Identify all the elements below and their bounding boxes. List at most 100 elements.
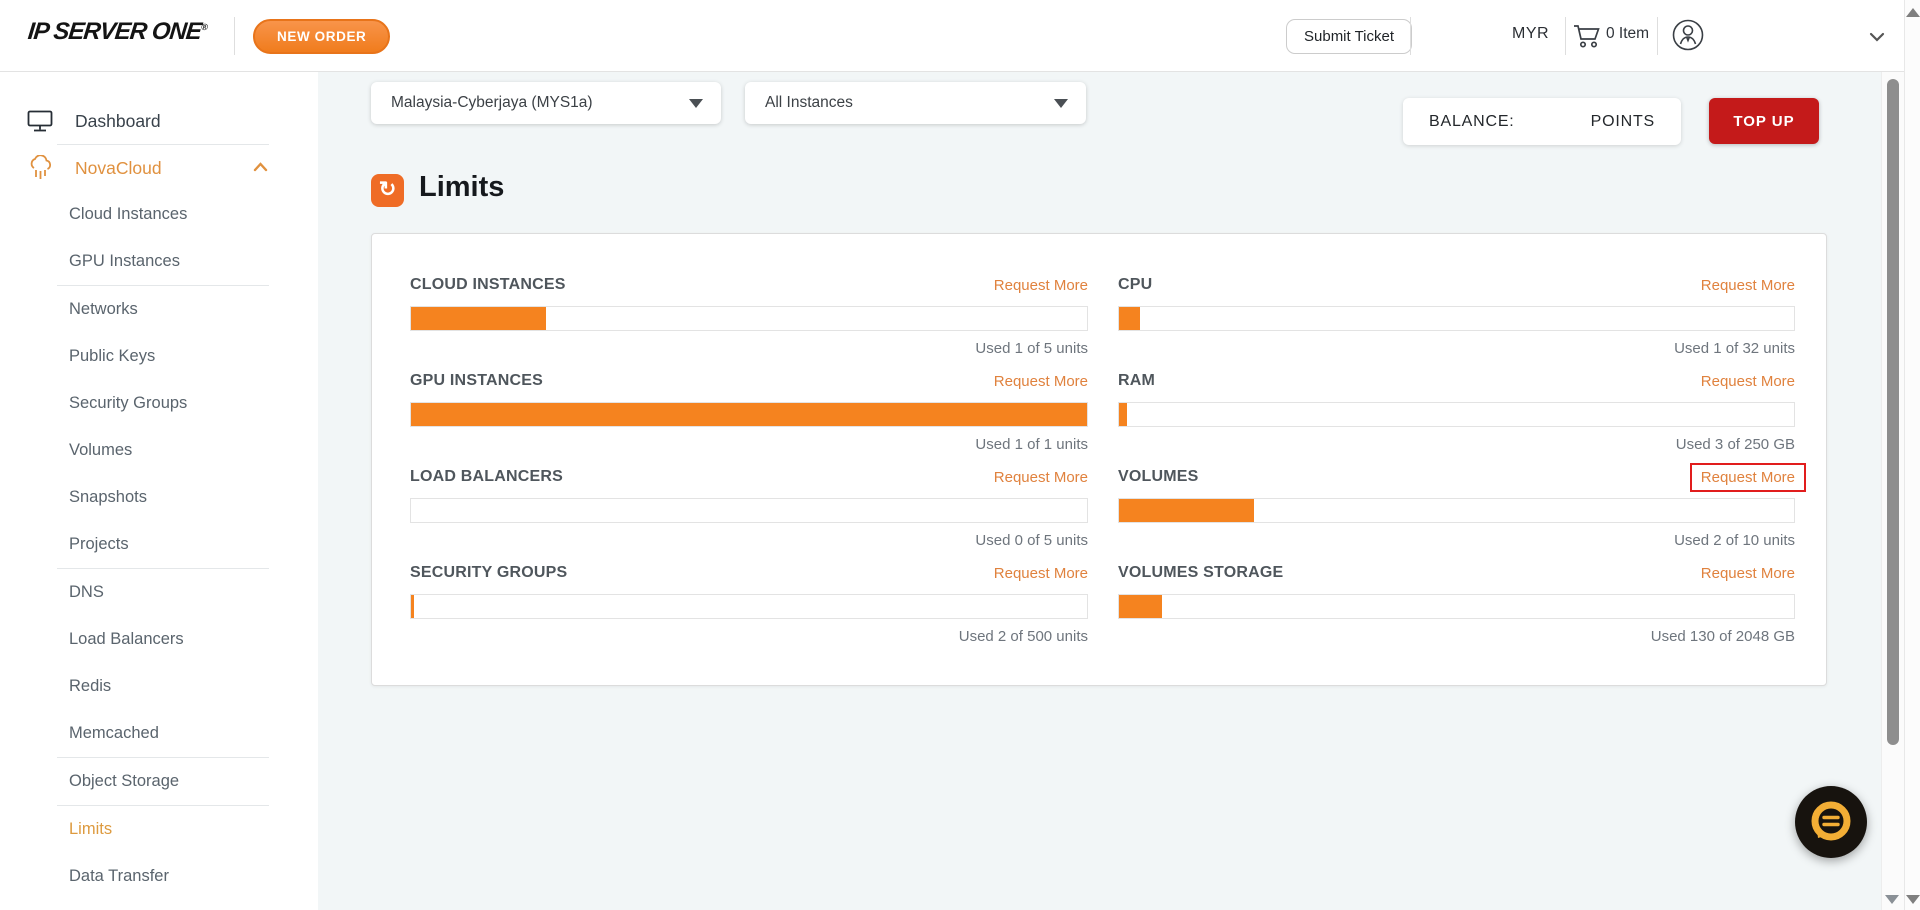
chevron-up-icon — [253, 159, 268, 177]
content-scroll-down-arrow[interactable] — [1885, 895, 1899, 904]
region-dropdown[interactable]: Malaysia-Cyberjaya (MYS1a) — [371, 82, 721, 124]
request-more-link-security-groups[interactable]: Request More — [994, 565, 1088, 582]
sidebar-item-label: Redis — [69, 677, 112, 695]
request-more-link-gpu-instances[interactable]: Request More — [994, 373, 1088, 390]
instances-dropdown-value: All Instances — [765, 94, 853, 111]
sidebar-item-label: Data Transfer — [69, 867, 169, 885]
limit-progress-bar — [410, 306, 1088, 331]
limit-usage-caption: Used 130 of 2048 GB — [1650, 628, 1795, 645]
sidebar-item-label: Limits — [69, 820, 113, 838]
sidebar-item-novacloud[interactable]: NovaCloud — [0, 145, 318, 191]
limit-progress-fill — [1119, 307, 1141, 330]
request-more-link-volumes[interactable]: Request More — [1689, 462, 1806, 492]
sidebar-item-snapshots[interactable]: Snapshots — [0, 474, 318, 521]
navbar-divider — [1565, 17, 1566, 55]
request-more-link-load-balancers[interactable]: Request More — [994, 469, 1088, 486]
limit-progress-bar — [1118, 498, 1795, 523]
monitor-icon — [27, 109, 57, 133]
limit-usage-caption: Used 3 of 250 GB — [1675, 436, 1795, 453]
sidebar-item-object-storage[interactable]: Object Storage — [0, 758, 318, 805]
limit-progress-bar — [410, 402, 1088, 427]
limit-row-load-balancers: LOAD BALANCERS Request More Used 0 of 5 un… — [410, 467, 1088, 550]
cart-icon[interactable] — [1572, 23, 1602, 49]
balance-display: BALANCE: POINTS — [1403, 98, 1681, 145]
brand-logo[interactable]: IP SERVER ONE® — [27, 18, 209, 46]
limit-row-volumes-storage: VOLUMES STORAGE Request More Used 130 of 2… — [1118, 563, 1795, 646]
sidebar-item-dashboard[interactable]: Dashboard — [0, 98, 318, 144]
limits-card: CLOUD INSTANCES Request More Used 1 of 5 u… — [371, 233, 1827, 686]
chat-widget-button[interactable] — [1795, 786, 1867, 858]
limit-usage-caption: Used 1 of 32 units — [1674, 340, 1795, 357]
region-dropdown-value: Malaysia-Cyberjaya (MYS1a) — [391, 94, 593, 111]
limit-progress-fill — [411, 595, 414, 618]
chevron-down-icon[interactable] — [1869, 30, 1885, 42]
sidebar-item-load-balancers[interactable]: Load Balancers — [0, 616, 318, 663]
sidebar-item-dns[interactable]: DNS — [0, 569, 318, 616]
browser-scrollbar[interactable] — [1904, 0, 1920, 910]
limit-progress-fill — [411, 403, 1087, 426]
limit-progress-bar — [410, 594, 1088, 619]
request-more-link-cloud-instances[interactable]: Request More — [994, 277, 1088, 294]
browser-scroll-up-arrow[interactable] — [1906, 8, 1920, 17]
sidebar-item-label: Networks — [69, 300, 138, 318]
caret-down-icon — [689, 98, 703, 108]
sidebar-item-networks[interactable]: Networks — [0, 286, 318, 333]
currency-selector[interactable]: MYR — [1512, 25, 1549, 43]
profile-icon[interactable] — [1671, 18, 1705, 52]
limit-row-header: CLOUD INSTANCES Request More — [410, 275, 1088, 295]
sidebar-item-redis[interactable]: Redis — [0, 663, 318, 710]
sidebar-item-label: Load Balancers — [69, 630, 184, 648]
registered-mark: ® — [200, 22, 209, 32]
new-order-button[interactable]: NEW ORDER — [253, 19, 391, 54]
sidebar-item-gpu-instances[interactable]: GPU Instances — [0, 238, 318, 285]
submit-ticket-button[interactable]: Submit Ticket — [1286, 19, 1413, 54]
navbar-divider — [234, 17, 235, 55]
limit-usage-caption: Used 2 of 500 units — [958, 628, 1088, 645]
limit-row-gpu-instances: GPU INSTANCES Request More Used 1 of 1 uni… — [410, 371, 1088, 454]
browser-scroll-down-arrow[interactable] — [1906, 895, 1920, 904]
navbar-divider — [1657, 17, 1658, 55]
sidebar-item-label: Snapshots — [69, 488, 147, 506]
sidebar-item-volumes[interactable]: Volumes — [0, 427, 318, 474]
request-more-link-cpu[interactable]: Request More — [1701, 277, 1795, 294]
sidebar-nav: Dashboard NovaCloud Cloud Instances GPU Ins… — [0, 72, 318, 910]
limit-label: CPU — [1118, 276, 1153, 293]
sidebar-item-label: NovaCloud — [75, 157, 162, 178]
request-more-link-volumes-storage[interactable]: Request More — [1701, 565, 1795, 582]
sidebar-item-memcached[interactable]: Memcached — [0, 710, 318, 757]
sidebar-item-label: Cloud Instances — [69, 205, 188, 223]
sidebar-item-label: Volumes — [69, 441, 133, 459]
content-scrollbar-thumb[interactable] — [1887, 79, 1899, 745]
sidebar-item-label: Object Storage — [69, 772, 180, 790]
limit-progress-fill — [1119, 595, 1162, 618]
sidebar-item-security-groups[interactable]: Security Groups — [0, 380, 318, 427]
sidebar-item-limits[interactable]: Limits — [0, 806, 318, 853]
limit-usage-caption: Used 2 of 10 units — [1674, 532, 1795, 549]
points-label: POINTS — [1590, 112, 1655, 130]
request-more-link-ram[interactable]: Request More — [1701, 373, 1795, 390]
sidebar-item-data-transfer[interactable]: Data Transfer — [0, 853, 318, 900]
navbar-divider — [1410, 17, 1411, 55]
limit-row-header: RAM Request More — [1118, 371, 1795, 391]
sidebar-item-label: Projects — [69, 535, 129, 553]
limit-progress-fill — [1119, 499, 1254, 522]
cart-count-label: 0 Item — [1606, 25, 1650, 42]
limit-row-header: VOLUMES STORAGE Request More — [1118, 563, 1795, 583]
limit-row-header: LOAD BALANCERS Request More — [410, 467, 1088, 487]
sidebar-item-projects[interactable]: Projects — [0, 521, 318, 568]
sidebar-item-label: Public Keys — [69, 347, 156, 365]
limit-label: RAM — [1118, 372, 1156, 389]
sidebar-item-public-keys[interactable]: Public Keys — [0, 333, 318, 380]
sidebar-item-cloud-instances[interactable]: Cloud Instances — [0, 191, 318, 238]
limit-row-header: VOLUMES Request More — [1118, 462, 1806, 492]
limit-label: GPU INSTANCES — [410, 372, 543, 389]
instances-dropdown[interactable]: All Instances — [745, 82, 1086, 124]
sidebar-item-label: Dashboard — [75, 110, 161, 131]
limit-usage-caption: Used 0 of 5 units — [975, 532, 1088, 549]
limit-row-cpu: CPU Request More Used 1 of 32 units — [1118, 275, 1795, 358]
page-title: Limits — [419, 171, 505, 203]
limit-row-volumes: VOLUMES Request More Used 2 of 10 units — [1118, 462, 1806, 550]
top-up-button[interactable]: TOP UP — [1709, 98, 1819, 144]
caret-down-icon — [1054, 98, 1068, 108]
limit-row-header: SECURITY GROUPS Request More — [410, 563, 1088, 583]
